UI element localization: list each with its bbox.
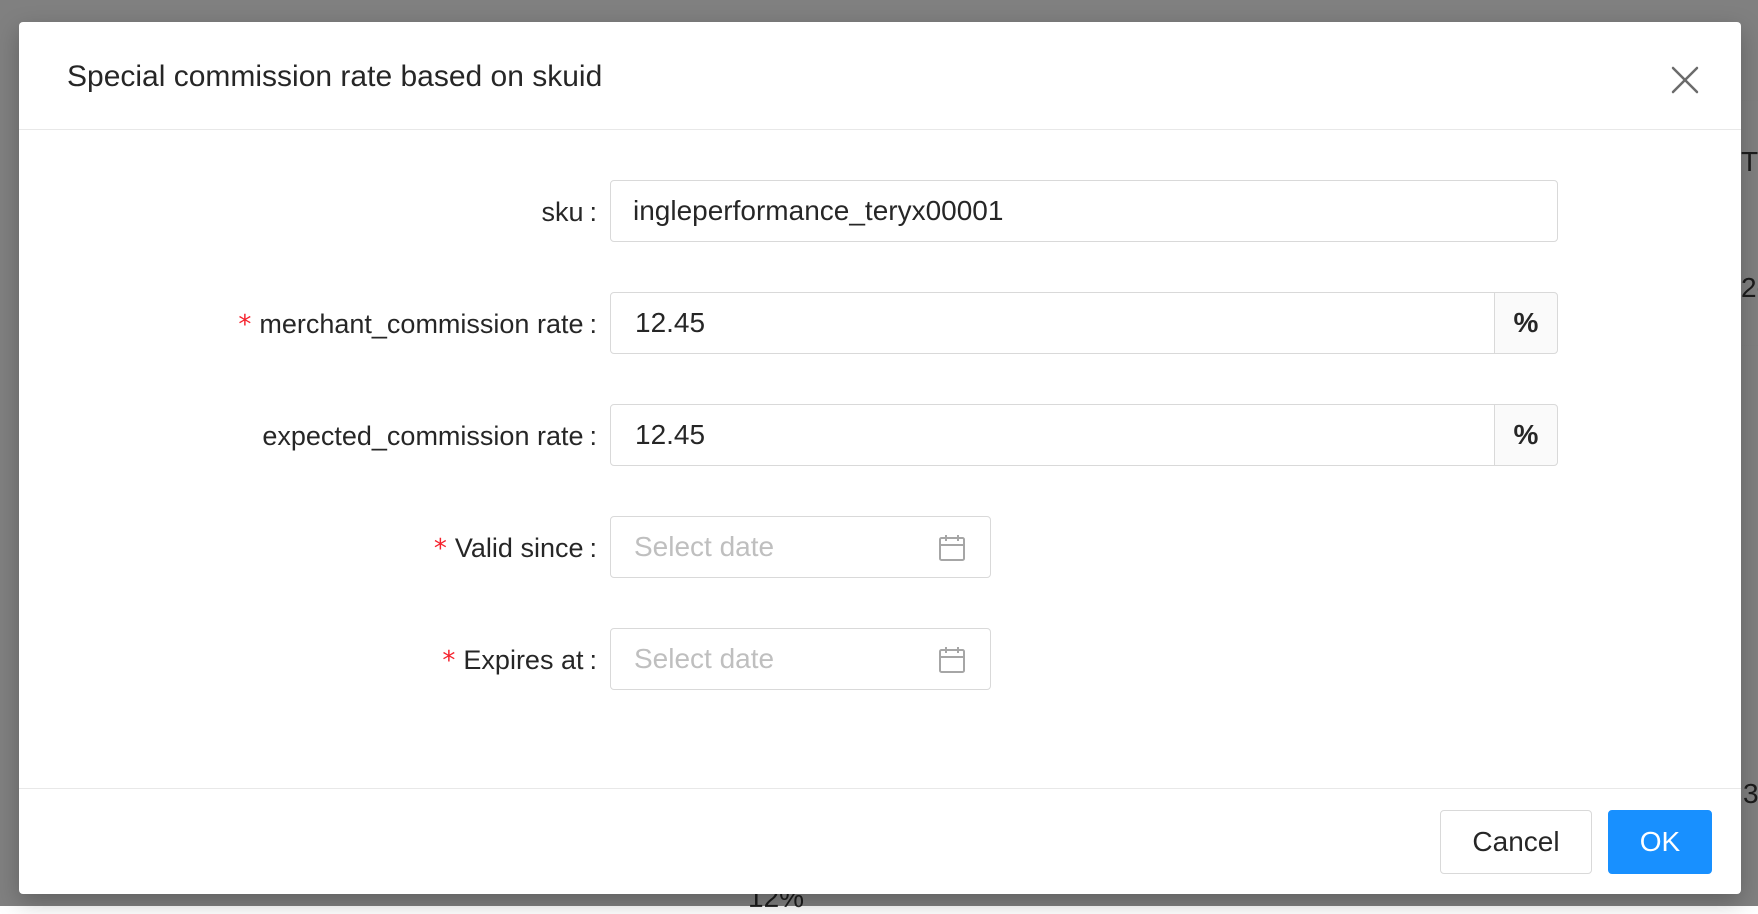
expected-commission-rate-label-text: expected_commission rate xyxy=(262,421,584,451)
valid-since-label: * Valid since: xyxy=(434,516,597,580)
label-colon: : xyxy=(589,309,597,339)
valid-since-label-text: Valid since xyxy=(454,533,584,563)
label-colon: : xyxy=(589,533,597,563)
expires-at-placeholder: Select date xyxy=(634,643,775,674)
modal-header: Special commission rate based on skuid xyxy=(19,22,1741,130)
form-row-sku: sku: ingleperformance_teryx00001 xyxy=(19,180,1741,244)
required-mark: * xyxy=(433,534,447,564)
commission-modal: Special commission rate based on skuid s… xyxy=(19,22,1741,894)
merchant-commission-rate-input[interactable]: 12.45 xyxy=(610,292,1495,354)
form-row-valid-since: * Valid since: Select date xyxy=(19,516,1741,580)
cancel-button[interactable]: Cancel xyxy=(1440,810,1592,874)
sku-input[interactable]: ingleperformance_teryx00001 xyxy=(610,180,1558,242)
label-colon: : xyxy=(589,645,597,675)
close-icon[interactable] xyxy=(1665,60,1705,100)
calendar-icon[interactable] xyxy=(938,646,966,674)
label-colon: : xyxy=(589,421,597,451)
sku-label: sku: xyxy=(541,180,597,244)
expires-at-date-picker[interactable]: Select date xyxy=(610,628,991,690)
expected-commission-rate-group: 12.45 % xyxy=(610,404,1558,466)
expected-commission-rate-input[interactable]: 12.45 xyxy=(610,404,1495,466)
sku-label-text: sku xyxy=(541,197,584,227)
form-row-expected-commission-rate: expected_commission rate: 12.45 % xyxy=(19,404,1741,468)
modal-footer: Cancel OK xyxy=(19,788,1741,894)
expected-commission-rate-label: expected_commission rate: xyxy=(262,404,597,468)
percent-addon: % xyxy=(1494,292,1558,354)
expires-at-label-text: Expires at xyxy=(463,645,584,675)
form-row-merchant-commission-rate: * merchant_commission rate: 12.45 % xyxy=(19,292,1741,356)
merchant-commission-rate-group: 12.45 % xyxy=(610,292,1558,354)
label-colon: : xyxy=(589,197,597,227)
merchant-commission-rate-label: * merchant_commission rate: xyxy=(238,292,597,356)
expires-at-label: * Expires at: xyxy=(442,628,597,692)
required-mark: * xyxy=(238,310,252,340)
percent-addon: % xyxy=(1494,404,1558,466)
merchant-commission-rate-label-text: merchant_commission rate xyxy=(259,309,584,339)
ok-button[interactable]: OK xyxy=(1608,810,1712,874)
form-row-expires-at: * Expires at: Select date xyxy=(19,628,1741,692)
valid-since-placeholder: Select date xyxy=(634,531,775,562)
required-mark: * xyxy=(442,646,456,676)
modal-title: Special commission rate based on skuid xyxy=(67,60,603,93)
valid-since-date-picker[interactable]: Select date xyxy=(610,516,991,578)
calendar-icon[interactable] xyxy=(938,534,966,562)
